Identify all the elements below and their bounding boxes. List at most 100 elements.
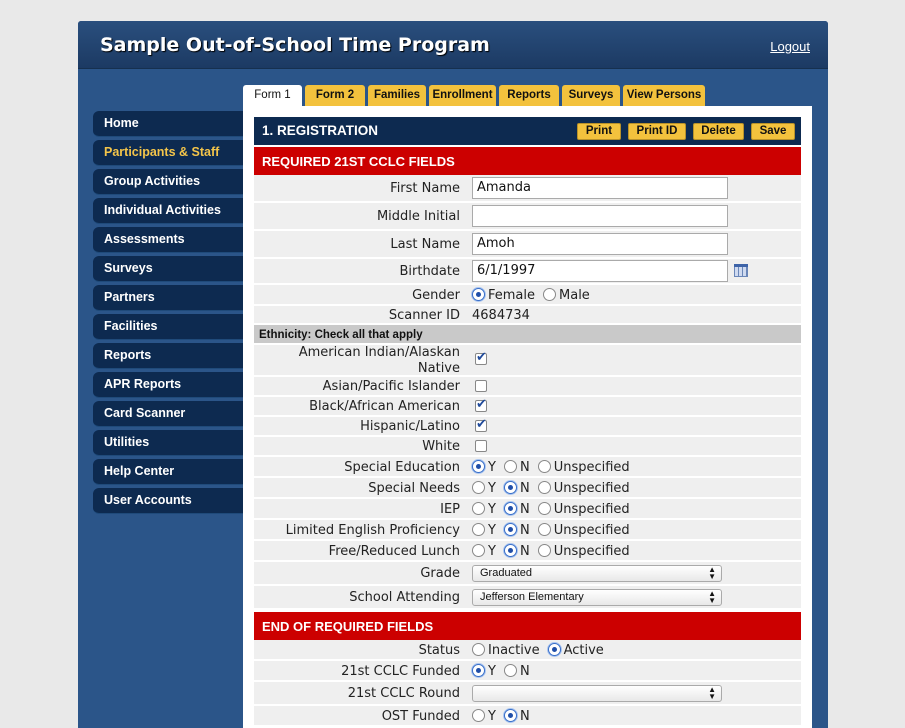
cclc-funded-option-n[interactable]: N [503,664,530,679]
special-needs-radio-y[interactable] [472,481,485,494]
special-education-radio-n[interactable] [503,460,517,473]
status-radio-inactive[interactable] [472,643,485,656]
grade-select[interactable]: Graduated ▲ ▼ [472,565,722,582]
limited-english-proficiency-radio-label: Y [488,523,496,538]
sidebar-item-home[interactable]: Home [93,111,243,137]
gender-option-female[interactable]: Female [472,288,535,303]
first-name-input[interactable]: Amanda [472,177,728,199]
special-education-row: Special Education Y N Unspecified [254,457,801,478]
hispanic-latino-checkbox[interactable] [475,417,487,432]
sidebar-item-help-center[interactable]: Help Center [93,459,243,485]
school-select[interactable]: Jefferson Elementary ▲ ▼ [472,589,722,606]
gender-radio-male[interactable] [543,288,557,301]
sidebar-item-reports[interactable]: Reports [93,343,243,369]
sidebar-item-apr-reports[interactable]: APR Reports [93,372,243,398]
content-area: 1. REGISTRATION Print Print ID Delete Sa… [243,106,812,728]
american-indian-checkbox[interactable] [475,350,487,365]
birthdate-label: Birthdate [399,264,460,279]
white-checkbox[interactable] [475,440,487,452]
birthdate-input[interactable]: 6/1/1997 [472,260,728,282]
special-education-option-y[interactable]: Y [472,460,496,475]
iep-radio-y[interactable] [472,502,485,515]
limited-english-proficiency-radio-unspecified[interactable] [537,523,551,536]
save-button[interactable]: Save [751,123,795,140]
school-label: School Attending [349,590,460,605]
limited-english-proficiency-radio-n[interactable] [503,523,517,536]
sidebar-item-participants-staff[interactable]: Participants & Staff [93,140,243,166]
tab-enrollment[interactable]: Enrollment [429,85,496,106]
iep-radio-unspecified[interactable] [537,502,551,515]
status-option-active[interactable]: Active [547,643,604,658]
special-needs-option-unspecified[interactable]: Unspecified [537,481,630,496]
special-education-option-n[interactable]: N [503,460,530,475]
cclc-funded-option-y[interactable]: Y [472,664,496,679]
cclc-funded-radio-n[interactable] [503,664,517,677]
special-needs-option-n[interactable]: N [503,481,530,496]
cclc-funded-radio-y[interactable] [472,664,485,677]
tab-reports[interactable]: Reports [499,85,559,106]
free-reduced-lunch-radio-n[interactable] [503,544,517,557]
free-reduced-lunch-radio-y[interactable] [472,544,485,557]
limited-english-proficiency-radio-y[interactable] [472,523,485,536]
delete-button[interactable]: Delete [693,123,744,140]
iep-option-n[interactable]: N [503,502,530,517]
limited-english-proficiency-option-unspecified[interactable]: Unspecified [537,523,630,538]
free-reduced-lunch-option-y[interactable]: Y [472,544,496,559]
black-african-american-checkbox[interactable] [475,397,487,412]
special-education-radio-y[interactable] [472,460,485,473]
free-reduced-lunch-option-n[interactable]: N [503,544,530,559]
gender-radio-female[interactable] [472,288,485,301]
special-needs-radio-unspecified[interactable] [537,481,551,494]
tab-form-1[interactable]: Form 1 [243,85,302,107]
sidebar-item-individual-activities[interactable]: Individual Activities [93,198,243,224]
sidebar-item-group-activities[interactable]: Group Activities [93,169,243,195]
cclc-round-select[interactable]: ▲ ▼ [472,685,722,702]
ost-funded-option-y[interactable]: Y [472,709,496,724]
gender-radio-label: Female [488,288,536,303]
sidebar-item-surveys[interactable]: Surveys [93,256,243,282]
iep-radio-n[interactable] [503,502,517,515]
sidebar-item-card-scanner[interactable]: Card Scanner [93,401,243,427]
asian-pacific-checkbox[interactable] [475,380,487,392]
limited-english-proficiency-option-y[interactable]: Y [472,523,496,538]
limited-english-proficiency-option-n[interactable]: N [503,523,530,538]
gender-radio-label: Male [559,288,590,303]
first-name-row: First Name Amanda [254,175,801,203]
tab-surveys[interactable]: Surveys [562,85,620,106]
print-button[interactable]: Print [577,123,621,140]
tab-families[interactable]: Families [368,85,426,106]
iep-option-y[interactable]: Y [472,502,496,517]
iep-option-unspecified[interactable]: Unspecified [537,502,630,517]
print-id-button[interactable]: Print ID [628,123,686,140]
birthdate-row: Birthdate 6/1/1997 [254,259,801,285]
cclc-round-row: 21st CCLC Round ▲ ▼ [254,682,801,706]
logout-link[interactable]: Logout [770,39,810,54]
grade-row: Grade Graduated ▲ ▼ [254,562,801,586]
calendar-icon[interactable] [734,264,748,277]
iep-radio-group: Y N Unspecified [472,502,638,517]
special-needs-radio-n[interactable] [503,481,517,494]
special-education-option-unspecified[interactable]: Unspecified [537,460,630,475]
last-name-input[interactable]: Amoh [472,233,728,255]
sidebar-item-partners[interactable]: Partners [93,285,243,311]
sidebar-item-facilities[interactable]: Facilities [93,314,243,340]
free-reduced-lunch-radio-unspecified[interactable] [537,544,551,557]
special-needs-option-y[interactable]: Y [472,481,496,496]
middle-initial-input[interactable] [472,205,728,227]
tab-view-persons[interactable]: View Persons [623,85,705,106]
ost-funded-radio-y[interactable] [472,709,485,722]
tab-form-2[interactable]: Form 2 [305,85,365,106]
cclc-funded-radio-group: YN [472,664,538,679]
status-option-inactive[interactable]: Inactive [472,643,540,658]
ost-funded-radio-n[interactable] [503,709,517,722]
gender-label: Gender [412,288,460,303]
sidebar-item-user-accounts[interactable]: User Accounts [93,488,243,514]
ost-funded-option-n[interactable]: N [503,709,530,724]
special-education-radio-unspecified[interactable] [537,460,551,473]
sidebar-item-utilities[interactable]: Utilities [93,430,243,456]
sidebar-item-assessments[interactable]: Assessments [93,227,243,253]
gender-option-male[interactable]: Male [543,288,590,303]
status-radio-active[interactable] [547,643,561,656]
special-needs-row: Special Needs Y N Unspecified [254,478,801,499]
free-reduced-lunch-option-unspecified[interactable]: Unspecified [537,544,630,559]
